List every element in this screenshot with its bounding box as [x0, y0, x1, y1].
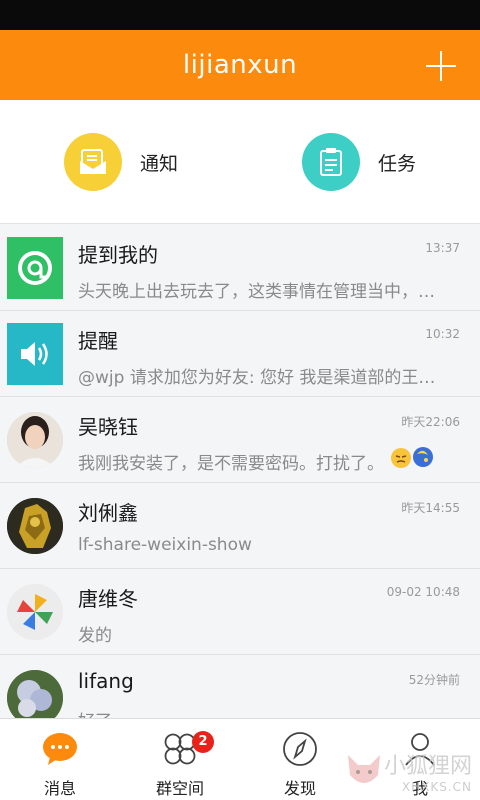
chat-time: 昨天14:55: [401, 501, 460, 515]
compass-icon: [282, 731, 318, 767]
chat-preview: @wjp 请求加您为好友: 您好 我是渠道部的王继…: [78, 368, 448, 388]
chat-name: lifang: [78, 669, 134, 693]
notification-entry[interactable]: 通知: [64, 130, 178, 194]
chat-bubble-icon: [42, 731, 78, 767]
watermark-text: 小狐狸网: [383, 754, 472, 779]
task-entry[interactable]: 任务: [302, 130, 416, 194]
chat-row-contact[interactable]: 刘俐鑫 昨天14:55 lf-share-weixin-show: [0, 483, 480, 569]
chat-name: 刘俐鑫: [78, 501, 138, 525]
status-bar: [0, 0, 480, 30]
watermark: 小狐狸网 XHXKS.CN: [384, 748, 472, 794]
user-photo: [7, 412, 63, 468]
user-photo: [7, 498, 63, 554]
chat-row-contact[interactable]: 唐维冬 09-02 10:48 发的: [0, 569, 480, 655]
chat-name: 提到我的: [78, 243, 158, 267]
chat-time: 13:37: [425, 241, 460, 255]
chat-preview: lf-share-weixin-show: [78, 535, 252, 555]
mail-icon: [64, 133, 122, 191]
tab-label: 消息: [43, 779, 76, 798]
pinwheel-icon: [7, 584, 63, 640]
tab-label: 群空间: [155, 779, 204, 798]
chat-name: 吴晓钰: [78, 415, 138, 439]
chat-row-mentions[interactable]: 提到我的 13:37 头天晚上出去玩去了，这类事情在管理当中，…: [0, 225, 480, 311]
chat-time: 昨天22:06: [401, 415, 460, 429]
task-label: 任务: [378, 152, 417, 175]
chat-preview: 头天晚上出去玩去了，这类事情在管理当中，…: [78, 282, 435, 302]
chat-row-reminders[interactable]: 提醒 10:32 @wjp 请求加您为好友: 您好 我是渠道部的王继…: [0, 311, 480, 397]
notification-label: 通知: [140, 152, 179, 175]
chat-time: 52分钟前: [408, 673, 460, 687]
clipboard-icon: [302, 133, 360, 191]
watermark-sub: XHXKS.CN: [401, 780, 472, 794]
app-header: lijianxun: [0, 30, 480, 100]
tab-group-space[interactable]: 2 群空间: [120, 719, 240, 800]
chat-list: 提到我的 13:37 头天晚上出去玩去了，这类事情在管理当中，… 提醒 10:3…: [0, 225, 480, 718]
emoji-icons: [390, 445, 438, 471]
chat-name: 提醒: [78, 329, 118, 353]
chat-name: 唐维冬: [78, 587, 138, 611]
chat-preview: 我刚我安装了，是不需要密码。打扰了。: [78, 454, 384, 474]
chat-time: 09-02 10:48: [386, 585, 460, 599]
chat-time: 10:32: [425, 327, 460, 341]
chat-row-contact[interactable]: lifang 52分钟前 好了: [0, 655, 480, 718]
fox-logo-icon: [340, 745, 388, 793]
flower-photo: [7, 670, 63, 718]
quick-actions: 通知 任务: [0, 100, 480, 224]
notification-badge: 2: [192, 731, 214, 753]
header-title: lijianxun: [182, 50, 298, 80]
chat-preview: 发的: [78, 626, 112, 646]
mention-icon: [7, 237, 63, 299]
speaker-icon: [7, 323, 63, 385]
chat-preview: 好了: [78, 707, 448, 718]
tab-messages[interactable]: 消息: [0, 719, 120, 800]
chat-row-contact[interactable]: 吴晓钰 昨天22:06 我刚我安装了，是不需要密码。打扰了。: [0, 397, 480, 483]
plus-icon[interactable]: [426, 51, 456, 81]
